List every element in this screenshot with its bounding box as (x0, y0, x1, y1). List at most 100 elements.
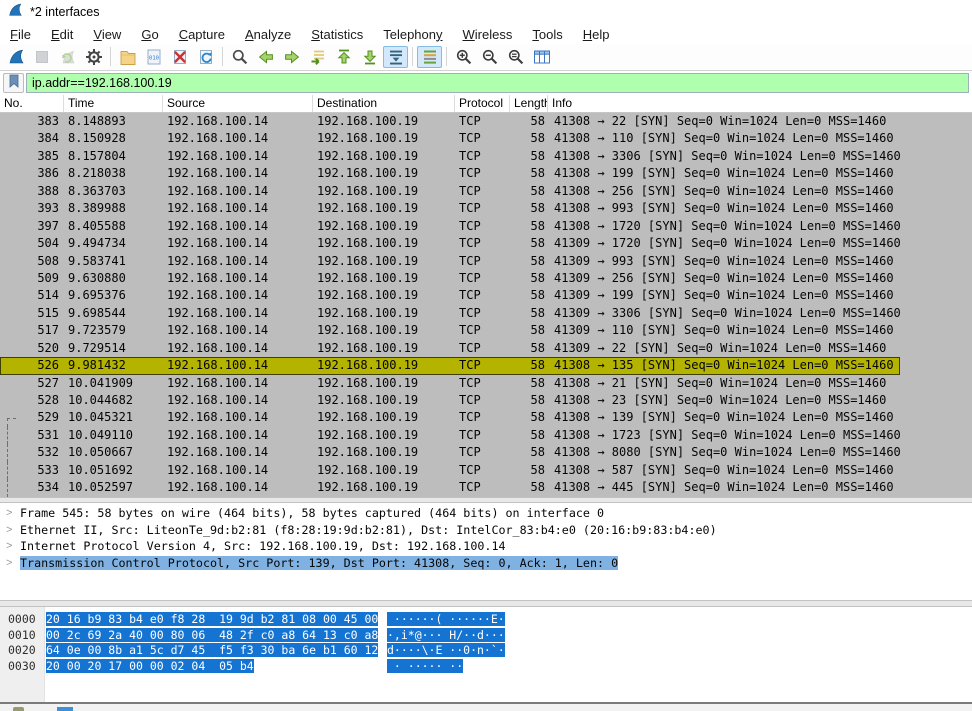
cell-source: 192.168.100.14 (163, 287, 313, 304)
packet-row-384[interactable]: 3848.150928192.168.100.14192.168.100.19T… (0, 130, 972, 147)
packet-row-534[interactable]: 53410.052597192.168.100.14192.168.100.19… (0, 479, 972, 496)
capture-options-button[interactable] (81, 46, 106, 68)
colorize-button[interactable] (417, 46, 442, 68)
detail-row-3[interactable]: >Transmission Control Protocol, Src Port… (0, 555, 972, 572)
packet-row-514[interactable]: 5149.695376192.168.100.14192.168.100.19T… (0, 287, 972, 304)
cell-length: 58 (510, 183, 548, 200)
packet-row-529[interactable]: 52910.045321192.168.100.14192.168.100.19… (0, 409, 972, 426)
menu-telephony[interactable]: Telephony (373, 26, 452, 43)
packet-row-393[interactable]: 3938.389988192.168.100.14192.168.100.19T… (0, 200, 972, 217)
zoom-out-button[interactable] (477, 46, 502, 68)
detail-row-1[interactable]: >Ethernet II, Src: LiteonTe_9d:b2:81 (f8… (0, 522, 972, 539)
packet-row-508[interactable]: 5089.583741192.168.100.14192.168.100.19T… (0, 253, 972, 270)
start-capture-button[interactable] (3, 46, 28, 68)
go-back-button[interactable] (253, 46, 278, 68)
zoom-in-button[interactable] (451, 46, 476, 68)
packet-row-517[interactable]: 5179.723579192.168.100.14192.168.100.19T… (0, 322, 972, 339)
expand-chevron-icon[interactable]: > (6, 522, 12, 539)
packet-row-532[interactable]: 53210.050667192.168.100.14192.168.100.19… (0, 444, 972, 461)
packet-row-388[interactable]: 3888.363703192.168.100.14192.168.100.19T… (0, 183, 972, 200)
packet-row-533[interactable]: 53310.051692192.168.100.14192.168.100.19… (0, 462, 972, 479)
filter-bookmark-button[interactable] (3, 73, 24, 93)
menu-tools[interactable]: Tools (522, 26, 572, 43)
menu-view[interactable]: View (83, 26, 131, 43)
detail-row-0[interactable]: > Frame 545: 58 bytes on wire (464 bits),… (0, 505, 972, 522)
hex-row-0030[interactable]: 003020 00 20 17 00 00 02 04 05 b4 · ····… (0, 659, 972, 675)
go-forward-button[interactable] (279, 46, 304, 68)
reload-icon (197, 48, 215, 66)
packet-row-385[interactable]: 3858.157804192.168.100.14192.168.100.19T… (0, 148, 972, 165)
packet-row-520[interactable]: 5209.729514192.168.100.14192.168.100.19T… (0, 340, 972, 357)
hex-row-0000[interactable]: 000020 16 b9 83 b4 e0 f8 28 19 9d b2 81 … (0, 612, 972, 628)
column-header-no[interactable]: No. (0, 95, 64, 112)
packet-row-504[interactable]: 5049.494734192.168.100.14192.168.100.19T… (0, 235, 972, 252)
cell-protocol: TCP (455, 130, 510, 147)
cell-length: 58 (510, 462, 548, 479)
auto-scroll-button[interactable] (383, 46, 408, 68)
cell-time: 10.041909 (64, 375, 163, 392)
column-header-time[interactable]: Time (64, 95, 163, 112)
cell-length: 58 (510, 270, 548, 287)
save-icon: 010 (145, 48, 163, 66)
column-header-destination[interactable]: Destination (313, 95, 455, 112)
detail-row-2[interactable]: >Internet Protocol Version 4, Src: 192.1… (0, 538, 972, 555)
cell-destination: 192.168.100.19 (313, 253, 455, 270)
menu-analyze[interactable]: Analyze (235, 26, 301, 43)
menu-edit[interactable]: Edit (41, 26, 83, 43)
stop-capture-button[interactable] (29, 46, 54, 68)
hex-bytes: 64 0e 00 8b a1 5c d7 45 f5 f3 30 ba 6e b… (46, 643, 387, 659)
cell-source: 192.168.100.14 (163, 462, 313, 479)
packet-row-526[interactable]: 5269.981432192.168.100.14192.168.100.19T… (0, 357, 972, 374)
packet-row-531[interactable]: 53110.049110192.168.100.14192.168.100.19… (0, 427, 972, 444)
menu-go[interactable]: Go (131, 26, 168, 43)
column-header-length[interactable]: Length (510, 95, 548, 112)
packet-row-509[interactable]: 5099.630880192.168.100.14192.168.100.19T… (0, 270, 972, 287)
cell-length: 58 (510, 305, 548, 322)
menu-capture[interactable]: Capture (169, 26, 235, 43)
expert-info-icon[interactable] (13, 707, 24, 711)
resize-columns-button[interactable] (529, 46, 554, 68)
close-file-button[interactable] (167, 46, 192, 68)
menu-file[interactable]: File (0, 26, 41, 43)
packet-row-527[interactable]: 52710.041909192.168.100.14192.168.100.19… (0, 375, 972, 392)
save-file-button[interactable]: 010 (141, 46, 166, 68)
zoom-original-button[interactable] (503, 46, 528, 68)
hex-bytes: 00 2c 69 2a 40 00 80 06 48 2f c0 a8 64 1… (46, 628, 387, 644)
restart-capture-button[interactable] (55, 46, 80, 68)
hex-row-0010[interactable]: 001000 2c 69 2a 40 00 80 06 48 2f c0 a8 … (0, 628, 972, 644)
hex-row-0020[interactable]: 002064 0e 00 8b a1 5c d7 45 f5 f3 30 ba … (0, 643, 972, 659)
cell-time: 9.583741 (64, 253, 163, 270)
cell-info: 41308 → 22 [SYN] Seq=0 Win=1024 Len=0 MS… (548, 113, 972, 130)
hex-offset: 0000 (8, 612, 46, 628)
arrow-up-icon (335, 48, 353, 66)
packet-row-386[interactable]: 3868.218038192.168.100.14192.168.100.19T… (0, 165, 972, 182)
expand-chevron-icon[interactable]: > (6, 505, 12, 522)
cell-time: 9.630880 (64, 270, 163, 287)
cell-no: 528 (0, 392, 64, 409)
first-packet-button[interactable] (331, 46, 356, 68)
hex-offset: 0030 (8, 659, 46, 675)
reload-file-button[interactable] (193, 46, 218, 68)
expand-chevron-icon[interactable]: > (6, 555, 12, 572)
go-to-packet-button[interactable] (305, 46, 330, 68)
menu-wireless[interactable]: Wireless (453, 26, 523, 43)
hex-offset: 0010 (8, 628, 46, 644)
cell-no: 397 (0, 218, 64, 235)
packet-row-515[interactable]: 5159.698544192.168.100.14192.168.100.19T… (0, 305, 972, 322)
display-filter-input[interactable] (26, 73, 969, 93)
splitter-details-bytes[interactable] (0, 600, 972, 607)
detail-text: Frame 545: 58 bytes on wire (464 bits), … (20, 506, 604, 520)
find-packet-button[interactable] (227, 46, 252, 68)
capture-comment-icon[interactable] (57, 707, 73, 711)
column-header-info[interactable]: Info (548, 95, 972, 112)
expand-chevron-icon[interactable]: > (6, 538, 12, 555)
column-header-protocol[interactable]: Protocol (455, 95, 510, 112)
packet-row-397[interactable]: 3978.405588192.168.100.14192.168.100.19T… (0, 218, 972, 235)
menu-help[interactable]: Help (573, 26, 620, 43)
column-header-source[interactable]: Source (163, 95, 313, 112)
packet-row-383[interactable]: 3838.148893192.168.100.14192.168.100.19T… (0, 113, 972, 130)
open-file-button[interactable] (115, 46, 140, 68)
packet-row-528[interactable]: 52810.044682192.168.100.14192.168.100.19… (0, 392, 972, 409)
last-packet-button[interactable] (357, 46, 382, 68)
menu-statistics[interactable]: Statistics (301, 26, 373, 43)
